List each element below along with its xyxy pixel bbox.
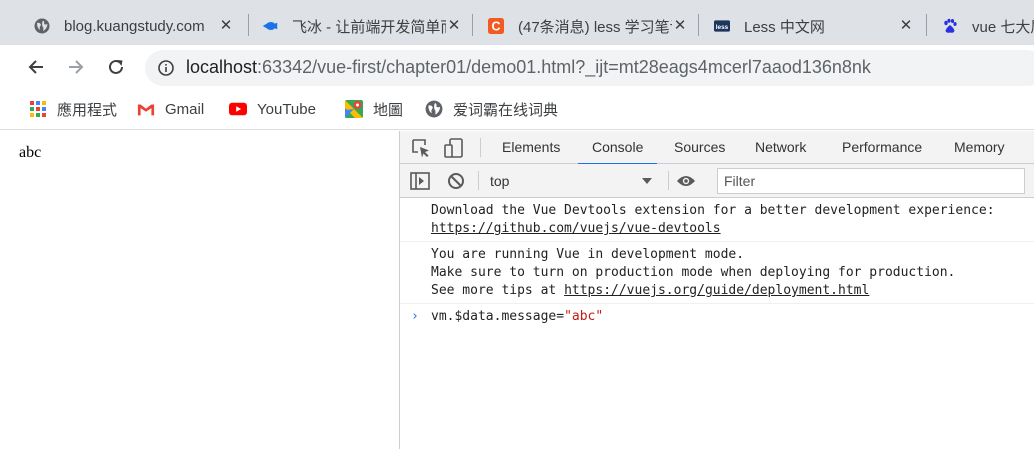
close-tab-icon[interactable]: ✕: [898, 18, 914, 34]
svg-text:less: less: [716, 24, 729, 31]
browser-tab[interactable]: vue 七大属性: [926, 7, 1034, 45]
globe-icon: [34, 18, 50, 34]
forward-arrow-icon: [69, 60, 84, 74]
context-selector[interactable]: top: [482, 169, 660, 193]
tab-title: 飞冰 - 让前端开发简单而友好: [292, 18, 446, 36]
baidu-paw-icon: [942, 18, 958, 34]
browser-tab[interactable]: blog.kuangstudy.com ✕: [18, 7, 246, 45]
browser-toolbar: localhost:63342/vue-first/chapter01/demo…: [0, 45, 1034, 90]
bookmark-label: Gmail: [165, 100, 205, 118]
console-message: Download the Vue Devtools extension for …: [400, 198, 1034, 242]
browser-tab[interactable]: C (47条消息) less 学习笔记 ✕: [472, 7, 700, 45]
svg-text:C: C: [492, 19, 501, 33]
close-tab-icon[interactable]: ✕: [672, 18, 688, 34]
back-button[interactable]: [22, 53, 50, 81]
url-path: :63342/vue-first/chapter01/demo01.html?_…: [257, 57, 871, 77]
url-text[interactable]: localhost:63342/vue-first/chapter01/demo…: [186, 57, 871, 78]
bookmark-iciba[interactable]: 爱词霸在线词典: [425, 99, 558, 119]
youtube-icon: [229, 100, 247, 118]
tab-strip: blog.kuangstudy.com ✕ 飞冰 - 让前端开发简单而友好 ✕ …: [0, 0, 1034, 45]
bookmark-maps[interactable]: 地圖: [345, 99, 403, 119]
devtools-tab-bar: Elements Console Sources Network Perform…: [400, 131, 1034, 165]
tab-title: Less 中文网: [744, 18, 825, 36]
forward-button[interactable]: [62, 53, 90, 81]
message-text: See more tips at: [431, 283, 565, 298]
toolbar-divider: [668, 171, 669, 190]
command-code: vm.$data.message=: [431, 309, 565, 324]
command-string: "abc": [564, 309, 604, 324]
dropdown-arrow-icon: [642, 178, 652, 184]
sidebar-toggle-icon[interactable]: [409, 170, 431, 192]
tab-memory[interactable]: Memory: [940, 131, 1019, 164]
prompt-chevron-icon: ›: [411, 309, 419, 324]
bookmark-apps[interactable]: 應用程式: [29, 99, 117, 119]
context-label: top: [490, 173, 510, 189]
tab-title: (47条消息) less 学习笔记: [518, 18, 672, 36]
reload-button[interactable]: [102, 53, 130, 81]
eye-icon[interactable]: [675, 170, 697, 192]
csdn-logo-icon: C: [488, 18, 504, 34]
bookmark-youtube[interactable]: YouTube: [229, 99, 316, 119]
web-page: abc: [0, 131, 399, 449]
bookmarks-bar: 應用程式 Gmail YouTube 地圖 爱词霸在线词典: [0, 90, 1034, 130]
deployment-link[interactable]: https://vuejs.org/guide/deployment.html: [564, 283, 869, 298]
tab-title: blog.kuangstudy.com: [64, 17, 205, 35]
bookmark-label: 爱词霸在线词典: [453, 101, 559, 119]
page-message-text: abc: [19, 144, 42, 161]
bookmark-label: YouTube: [257, 100, 316, 118]
browser-viewport: abc Elements Console Sources Network Per…: [0, 131, 1034, 449]
info-icon[interactable]: [158, 60, 174, 76]
console-filter-input[interactable]: Filter: [717, 168, 1025, 194]
bookmark-label: 應用程式: [57, 101, 118, 119]
url-host: localhost: [186, 57, 258, 77]
apps-grid-icon: [29, 100, 47, 118]
tab-network[interactable]: Network: [741, 131, 820, 164]
console-message: You are running Vue in development mode.…: [400, 242, 1034, 304]
toolbar-divider: [478, 171, 479, 190]
reload-icon: [109, 59, 123, 74]
devtools-panel: Elements Console Sources Network Perform…: [399, 131, 1034, 449]
tab-performance[interactable]: Performance: [828, 131, 936, 164]
tab-elements[interactable]: Elements: [488, 131, 574, 164]
browser-tab[interactable]: 飞冰 - 让前端开发简单而友好 ✕: [246, 7, 474, 45]
bookmark-label: 地圖: [373, 101, 404, 119]
toolbar-divider: [480, 138, 481, 157]
gmail-icon: [137, 100, 155, 118]
message-line: Download the Vue Devtools extension for …: [431, 203, 995, 218]
tab-sources[interactable]: Sources: [660, 131, 739, 164]
console-toolbar: top Filter: [400, 164, 1034, 198]
clear-console-icon[interactable]: [445, 170, 467, 192]
maps-icon: [345, 100, 363, 118]
console-input-line[interactable]: › vm.$data.message="abc": [400, 304, 1034, 326]
browser-tab[interactable]: less Less 中文网 ✕: [698, 7, 926, 45]
close-tab-icon[interactable]: ✕: [218, 18, 234, 34]
console-output: Download the Vue Devtools extension for …: [400, 198, 1034, 449]
message-line: You are running Vue in development mode.: [431, 247, 745, 262]
bookmark-gmail[interactable]: Gmail: [137, 99, 204, 119]
globe-icon: [425, 100, 443, 118]
ice-logo-icon: [262, 18, 278, 34]
less-logo-icon: less: [714, 18, 730, 34]
devtools-link[interactable]: https://github.com/vuejs/vue-devtools: [431, 221, 721, 236]
address-bar[interactable]: localhost:63342/vue-first/chapter01/demo…: [145, 50, 1034, 86]
back-arrow-icon: [28, 60, 43, 74]
tab-title: vue 七大属性: [972, 18, 1034, 36]
device-toolbar-icon[interactable]: [443, 137, 465, 159]
tab-console[interactable]: Console: [578, 131, 658, 165]
message-line: Make sure to turn on production mode whe…: [431, 265, 956, 280]
close-tab-icon[interactable]: ✕: [446, 18, 462, 34]
inspect-element-icon[interactable]: [410, 137, 432, 159]
